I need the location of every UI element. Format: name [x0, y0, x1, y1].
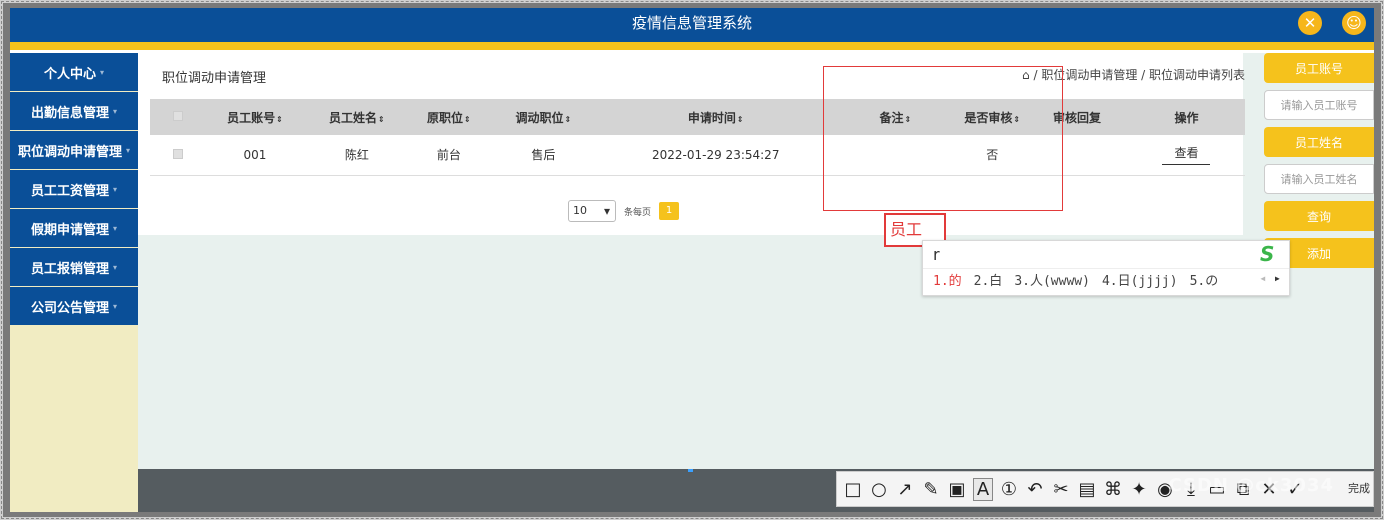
ime-nav: ◂ ▸ [1259, 271, 1281, 285]
sidebar-item-announcement[interactable]: 公司公告管理 ▾ [10, 287, 138, 325]
header-accent-line [10, 42, 1374, 50]
sidebar-item-personal-center[interactable]: 个人中心 ▾ [10, 53, 138, 91]
crop-icon[interactable]: ✂ [1051, 479, 1071, 500]
column-header[interactable]: 调动职位⇕ [487, 99, 600, 135]
column-header[interactable]: 员工账号⇕ [206, 99, 304, 135]
sort-icon: ⇕ [377, 114, 385, 124]
header-checkbox[interactable] [150, 99, 207, 135]
column-header[interactable]: 员工姓名⇕ [303, 99, 411, 135]
rectangle-tool-icon[interactable]: □ [843, 479, 863, 500]
column-header[interactable]: 申请时间⇕ [599, 99, 833, 135]
ime-composition: r [923, 241, 1289, 269]
arrow-tool-icon[interactable]: ↗ [895, 479, 915, 500]
per-page-label: 条每页 [624, 207, 652, 218]
text-tool-icon[interactable]: A [973, 477, 993, 501]
close-icon[interactable]: ✕ [1298, 11, 1322, 35]
ime-candidate-window: r 1.的 2.白 3.人(wwww) 4.日(jjjj) 5.の ◂ ▸ [922, 240, 1290, 296]
content-card: 职位调动申请管理 ⌂ / 职位调动申请管理 / 职位调动申请列表 员工账号⇕ 员… [138, 53, 1245, 235]
ocr-icon[interactable]: ▤ [1077, 479, 1097, 500]
sort-icon: ⇕ [276, 114, 283, 124]
ime-candidate[interactable]: 3.人(wwww) [1014, 274, 1090, 289]
chevron-down-icon: ▾ [113, 262, 118, 272]
app-title: 疫情信息管理系统 [631, 14, 752, 32]
pen-tool-icon[interactable]: ✎ [921, 479, 941, 500]
chevron-down-icon: ▾ [113, 106, 118, 116]
column-header: 操作 [1127, 99, 1245, 135]
header-bar: 疫情信息管理系统 ✕ ☺ [10, 8, 1374, 42]
chevron-left-icon[interactable]: ◂ [1259, 271, 1266, 285]
pin-icon[interactable]: ✦ [1129, 479, 1149, 500]
sidebar-item-attendance[interactable]: 出勤信息管理 ▾ [10, 92, 138, 130]
app-window: 疫情信息管理系统 ✕ ☺ 个人中心 ▾ 出勤信息管理 ▾ 职位调动申请管理 ▾ 员工工… [10, 8, 1374, 512]
translate-icon[interactable]: ⌘ [1103, 479, 1123, 500]
sort-icon: ⇕ [464, 114, 471, 124]
column-header[interactable]: 原职位⇕ [410, 99, 488, 135]
sogou-logo-icon: S [1260, 242, 1275, 266]
user-icon[interactable]: ☺ [1342, 11, 1366, 35]
ellipse-tool-icon[interactable]: ○ [869, 479, 889, 500]
annotation-rectangle [823, 66, 1063, 211]
ime-candidate[interactable]: 5.の [1190, 274, 1219, 289]
page-size-select[interactable]: 10 [568, 200, 616, 222]
ime-candidate[interactable]: 2.白 [974, 274, 1003, 289]
table-row: 001 陈红 前台 售后 2022-01-29 23:54:27 否 查看 [150, 135, 1245, 176]
sort-icon: ⇕ [564, 114, 572, 124]
chevron-right-icon[interactable]: ▸ [1274, 271, 1281, 285]
undo-icon[interactable]: ↶ [1025, 479, 1045, 500]
sidebar-item-transfer[interactable]: 职位调动申请管理 ▾ [10, 131, 138, 169]
sidebar-item-salary[interactable]: 员工工资管理 ▾ [10, 170, 138, 208]
chevron-down-icon: ▾ [113, 301, 118, 311]
chevron-down-icon: ▾ [113, 223, 118, 233]
sort-icon: ⇕ [736, 114, 744, 124]
data-table: 员工账号⇕ 员工姓名⇕ 原职位⇕ 调动职位⇕ 申请时间⇕ 备注⇕ 是否审核⇕ 审… [150, 99, 1245, 176]
chevron-down-icon: ▾ [126, 145, 131, 155]
done-button[interactable]: 完成 [1348, 480, 1370, 496]
sidebar: 个人中心 ▾ 出勤信息管理 ▾ 职位调动申请管理 ▾ 员工工资管理 ▾ 假期申请管理 ▾ … [10, 53, 138, 512]
view-button[interactable]: 查看 [1162, 144, 1211, 166]
name-label: 员工姓名 [1264, 127, 1374, 157]
page-1-button[interactable]: 1 [659, 202, 680, 220]
row-checkbox[interactable] [150, 135, 207, 176]
page-title: 职位调动申请管理 [162, 71, 267, 86]
number-tool-icon[interactable]: ① [999, 479, 1019, 500]
pagination: 10 条每页 1 [568, 200, 680, 222]
watermark: CSDN @ck3034 [1168, 475, 1334, 496]
account-input[interactable]: 请输入员工账号 [1264, 90, 1374, 120]
name-input[interactable]: 请输入员工姓名 [1264, 164, 1374, 194]
sidebar-item-reimbursement[interactable]: 员工报销管理 ▾ [10, 248, 138, 286]
ime-candidate[interactable]: 1.的 [933, 274, 962, 289]
ime-candidates: 1.的 2.白 3.人(wwww) 4.日(jjjj) 5.の [923, 269, 1289, 295]
ime-candidate[interactable]: 4.日(jjjj) [1102, 274, 1178, 289]
sidebar-item-leave[interactable]: 假期申请管理 ▾ [10, 209, 138, 247]
chevron-down-icon: ▾ [100, 67, 105, 77]
mosaic-tool-icon[interactable]: ▣ [947, 479, 967, 500]
account-label: 员工账号 [1264, 53, 1374, 83]
chevron-down-icon: ▾ [113, 184, 118, 194]
query-button[interactable]: 查询 [1264, 201, 1374, 231]
